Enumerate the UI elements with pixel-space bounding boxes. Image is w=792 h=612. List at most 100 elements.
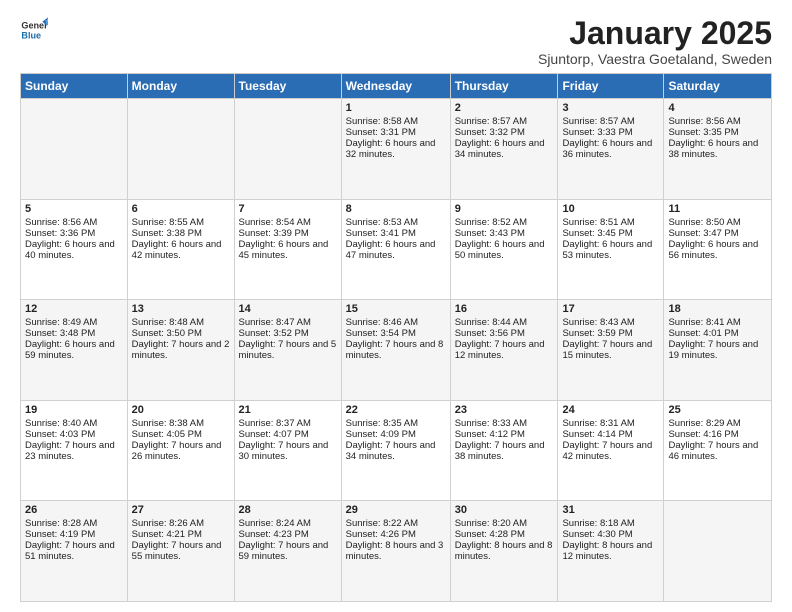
cell-text: Sunrise: 8:26 AM bbox=[132, 518, 230, 529]
cell-text: Sunset: 3:56 PM bbox=[455, 328, 554, 339]
cell-text: Sunset: 4:19 PM bbox=[25, 529, 123, 540]
cell-text: Daylight: 6 hours and 36 minutes. bbox=[562, 138, 659, 160]
calendar-cell: 18Sunrise: 8:41 AMSunset: 4:01 PMDayligh… bbox=[664, 300, 772, 401]
title-block: January 2025 Sjuntorp, Vaestra Goetaland… bbox=[538, 16, 772, 67]
day-header-saturday: Saturday bbox=[664, 74, 772, 99]
calendar-table: SundayMondayTuesdayWednesdayThursdayFrid… bbox=[20, 73, 772, 602]
cell-text: Sunset: 4:03 PM bbox=[25, 429, 123, 440]
day-number: 14 bbox=[239, 303, 337, 315]
calendar-cell: 17Sunrise: 8:43 AMSunset: 3:59 PMDayligh… bbox=[558, 300, 664, 401]
svg-text:Blue: Blue bbox=[21, 30, 41, 40]
cell-text: Sunrise: 8:58 AM bbox=[346, 116, 446, 127]
cell-text: Daylight: 7 hours and 12 minutes. bbox=[455, 339, 554, 361]
logo-icon: General Blue bbox=[20, 16, 48, 44]
cell-text: Daylight: 7 hours and 46 minutes. bbox=[668, 440, 767, 462]
day-number: 30 bbox=[455, 504, 554, 516]
cell-text: Sunrise: 8:29 AM bbox=[668, 418, 767, 429]
day-header-thursday: Thursday bbox=[450, 74, 558, 99]
cell-text: Sunset: 3:36 PM bbox=[25, 228, 123, 239]
calendar-cell: 29Sunrise: 8:22 AMSunset: 4:26 PMDayligh… bbox=[341, 501, 450, 602]
day-number: 28 bbox=[239, 504, 337, 516]
cell-text: Sunset: 3:43 PM bbox=[455, 228, 554, 239]
cell-text: Sunrise: 8:50 AM bbox=[668, 217, 767, 228]
cell-text: Sunrise: 8:47 AM bbox=[239, 317, 337, 328]
cell-text: Daylight: 7 hours and 55 minutes. bbox=[132, 540, 230, 562]
calendar-cell: 8 Sunrise: 8:53 AMSunset: 3:41 PMDaylight… bbox=[341, 199, 450, 300]
day-number: 7 bbox=[239, 203, 337, 215]
cell-text: Daylight: 7 hours and 23 minutes. bbox=[25, 440, 123, 462]
month-title: January 2025 bbox=[538, 16, 772, 51]
day-number: 1 bbox=[346, 102, 446, 114]
cell-text: Sunset: 3:35 PM bbox=[668, 127, 767, 138]
cell-text: Sunrise: 8:43 AM bbox=[562, 317, 659, 328]
cell-text: Sunset: 4:16 PM bbox=[668, 429, 767, 440]
calendar-cell bbox=[127, 99, 234, 200]
cell-text: Sunrise: 8:46 AM bbox=[346, 317, 446, 328]
cell-text: Sunrise: 8:53 AM bbox=[346, 217, 446, 228]
cell-text: Daylight: 7 hours and 19 minutes. bbox=[668, 339, 767, 361]
cell-text: Sunrise: 8:44 AM bbox=[455, 317, 554, 328]
cell-text: Sunset: 4:21 PM bbox=[132, 529, 230, 540]
day-number: 20 bbox=[132, 404, 230, 416]
cell-text: Sunrise: 8:20 AM bbox=[455, 518, 554, 529]
calendar-cell: 6Sunrise: 8:55 AMSunset: 3:38 PMDaylight… bbox=[127, 199, 234, 300]
cell-text: Sunset: 3:47 PM bbox=[668, 228, 767, 239]
day-number: 25 bbox=[668, 404, 767, 416]
cell-text: Sunrise: 8:57 AM bbox=[562, 116, 659, 127]
cell-text: Daylight: 7 hours and 2 minutes. bbox=[132, 339, 230, 361]
cell-text: Daylight: 7 hours and 34 minutes. bbox=[346, 440, 446, 462]
calendar-cell: 26Sunrise: 8:28 AMSunset: 4:19 PMDayligh… bbox=[21, 501, 128, 602]
cell-text: Daylight: 7 hours and 8 minutes. bbox=[346, 339, 446, 361]
calendar-cell: 9Sunrise: 8:52 AMSunset: 3:43 PMDaylight… bbox=[450, 199, 558, 300]
cell-text: Sunset: 4:05 PM bbox=[132, 429, 230, 440]
cell-text: Sunrise: 8:33 AM bbox=[455, 418, 554, 429]
cell-text: Daylight: 6 hours and 34 minutes. bbox=[455, 138, 554, 160]
cell-text: Sunrise: 8:56 AM bbox=[668, 116, 767, 127]
cell-text: Sunset: 4:14 PM bbox=[562, 429, 659, 440]
cell-text: Daylight: 6 hours and 47 minutes. bbox=[346, 239, 446, 261]
cell-text: Sunset: 4:23 PM bbox=[239, 529, 337, 540]
cell-text: Sunrise: 8:48 AM bbox=[132, 317, 230, 328]
day-number: 21 bbox=[239, 404, 337, 416]
cell-text: Daylight: 8 hours and 8 minutes. bbox=[455, 540, 554, 562]
day-number: 22 bbox=[346, 404, 446, 416]
calendar-cell: 7Sunrise: 8:54 AMSunset: 3:39 PMDaylight… bbox=[234, 199, 341, 300]
page: General Blue January 2025 Sjuntorp, Vaes… bbox=[0, 0, 792, 612]
location-subtitle: Sjuntorp, Vaestra Goetaland, Sweden bbox=[538, 51, 772, 67]
day-number: 31 bbox=[562, 504, 659, 516]
cell-text: Sunset: 3:33 PM bbox=[562, 127, 659, 138]
day-number: 17 bbox=[562, 303, 659, 315]
cell-text: Daylight: 6 hours and 53 minutes. bbox=[562, 239, 659, 261]
cell-text: Sunset: 3:32 PM bbox=[455, 127, 554, 138]
day-number: 24 bbox=[562, 404, 659, 416]
cell-text: Sunset: 4:28 PM bbox=[455, 529, 554, 540]
cell-text: Daylight: 7 hours and 15 minutes. bbox=[562, 339, 659, 361]
day-number: 13 bbox=[132, 303, 230, 315]
cell-text: Sunrise: 8:40 AM bbox=[25, 418, 123, 429]
calendar-cell: 4Sunrise: 8:56 AMSunset: 3:35 PMDaylight… bbox=[664, 99, 772, 200]
cell-text: Daylight: 6 hours and 38 minutes. bbox=[668, 138, 767, 160]
cell-text: Sunrise: 8:22 AM bbox=[346, 518, 446, 529]
cell-text: Daylight: 7 hours and 30 minutes. bbox=[239, 440, 337, 462]
cell-text: Daylight: 7 hours and 59 minutes. bbox=[239, 540, 337, 562]
calendar-cell: 12Sunrise: 8:49 AMSunset: 3:48 PMDayligh… bbox=[21, 300, 128, 401]
cell-text: Sunrise: 8:31 AM bbox=[562, 418, 659, 429]
day-number: 10 bbox=[562, 203, 659, 215]
calendar-cell bbox=[234, 99, 341, 200]
cell-text: Sunset: 3:41 PM bbox=[346, 228, 446, 239]
cell-text: Sunrise: 8:41 AM bbox=[668, 317, 767, 328]
calendar-cell: 23Sunrise: 8:33 AMSunset: 4:12 PMDayligh… bbox=[450, 400, 558, 501]
day-number: 16 bbox=[455, 303, 554, 315]
logo: General Blue bbox=[20, 16, 48, 44]
cell-text: Sunrise: 8:55 AM bbox=[132, 217, 230, 228]
calendar-cell: 22Sunrise: 8:35 AMSunset: 4:09 PMDayligh… bbox=[341, 400, 450, 501]
day-number: 18 bbox=[668, 303, 767, 315]
calendar-cell: 3Sunrise: 8:57 AMSunset: 3:33 PMDaylight… bbox=[558, 99, 664, 200]
calendar-cell: 19Sunrise: 8:40 AMSunset: 4:03 PMDayligh… bbox=[21, 400, 128, 501]
calendar-cell: 15Sunrise: 8:46 AMSunset: 3:54 PMDayligh… bbox=[341, 300, 450, 401]
day-number: 8 bbox=[346, 203, 446, 215]
day-number: 9 bbox=[455, 203, 554, 215]
calendar-cell: 14Sunrise: 8:47 AMSunset: 3:52 PMDayligh… bbox=[234, 300, 341, 401]
day-number: 15 bbox=[346, 303, 446, 315]
day-number: 5 bbox=[25, 203, 123, 215]
